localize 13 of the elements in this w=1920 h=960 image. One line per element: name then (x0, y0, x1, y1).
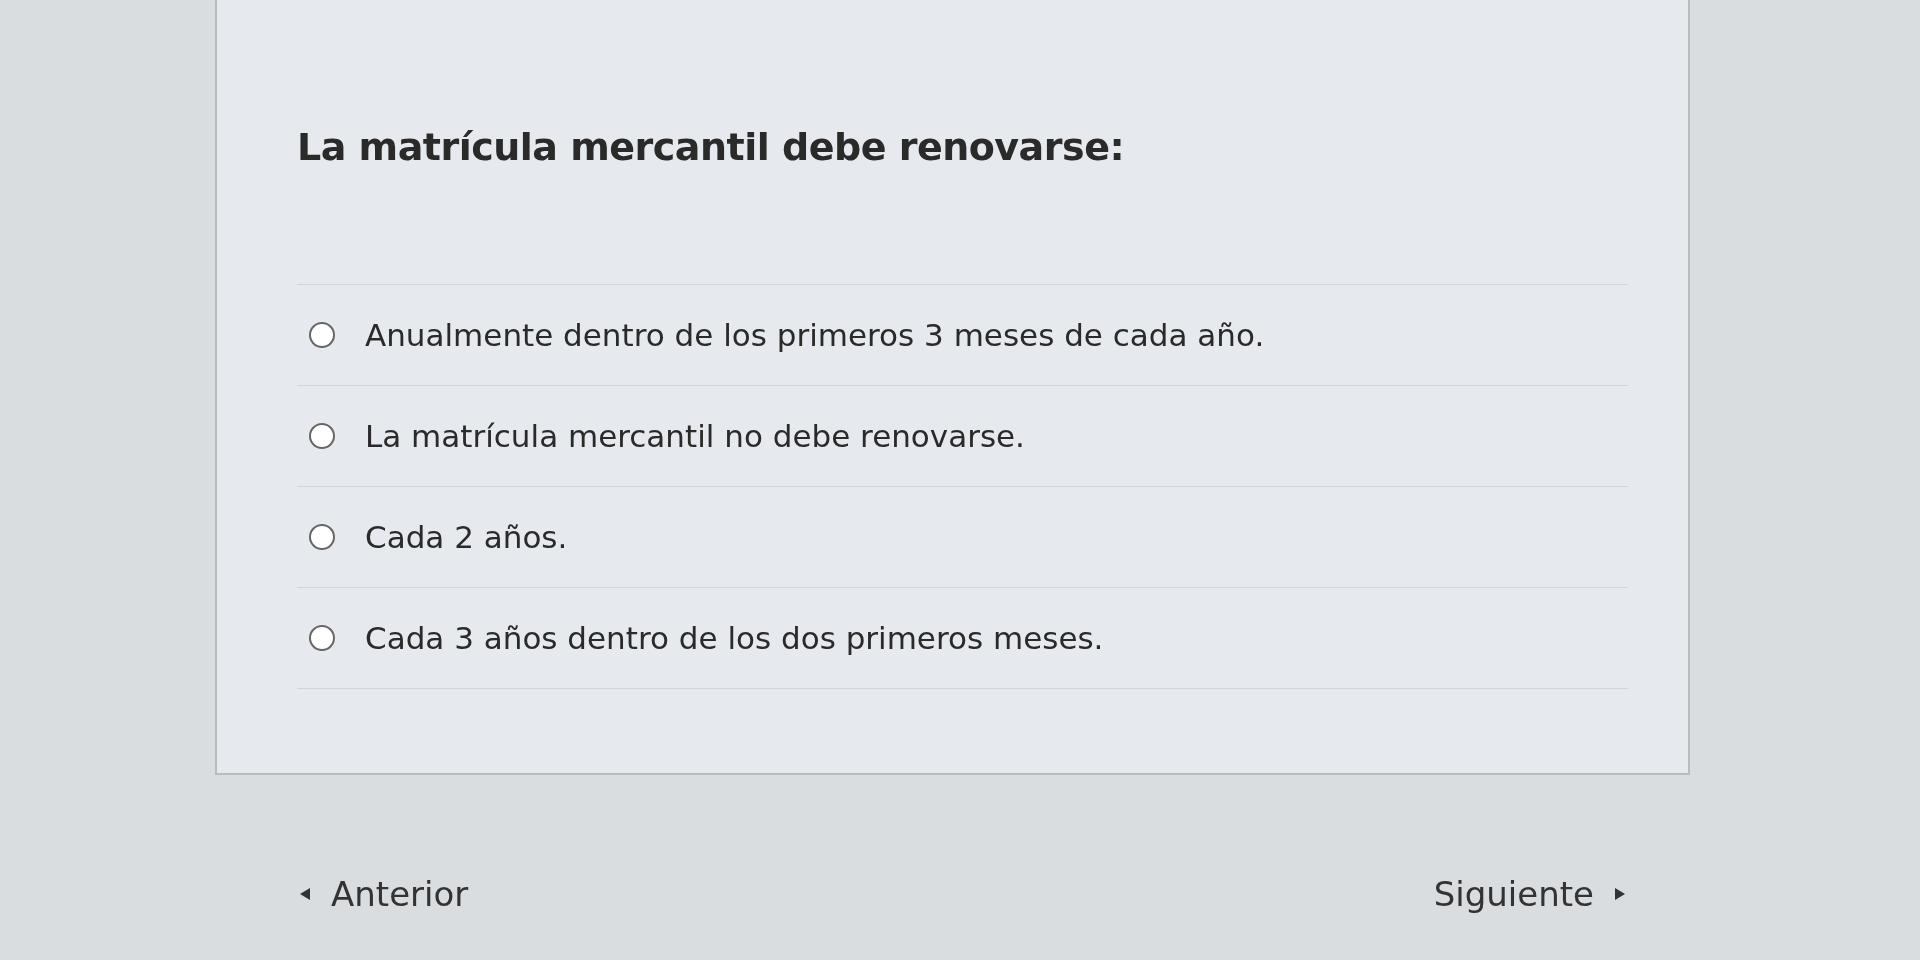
option-label[interactable]: Cada 2 años. (365, 519, 568, 555)
option-label[interactable]: Anualmente dentro de los primeros 3 meses de cada año. (365, 317, 1265, 353)
left-triangle-icon (299, 887, 311, 901)
option-label[interactable]: La matrícula mercantil no debe renovarse. (365, 418, 1025, 454)
next-button[interactable]: Siguiente (1429, 870, 1630, 918)
radio-button[interactable] (309, 625, 335, 651)
question-text: La matrícula mercantil debe renovarse: (297, 125, 1126, 169)
previous-button[interactable]: Anterior (295, 870, 473, 918)
option-label[interactable]: Cada 3 años dentro de los dos primeros meses. (365, 620, 1104, 656)
radio-button[interactable] (309, 524, 335, 550)
radio-button[interactable] (309, 423, 335, 449)
right-triangle-icon (1614, 887, 1626, 901)
radio-button[interactable] (309, 322, 335, 348)
